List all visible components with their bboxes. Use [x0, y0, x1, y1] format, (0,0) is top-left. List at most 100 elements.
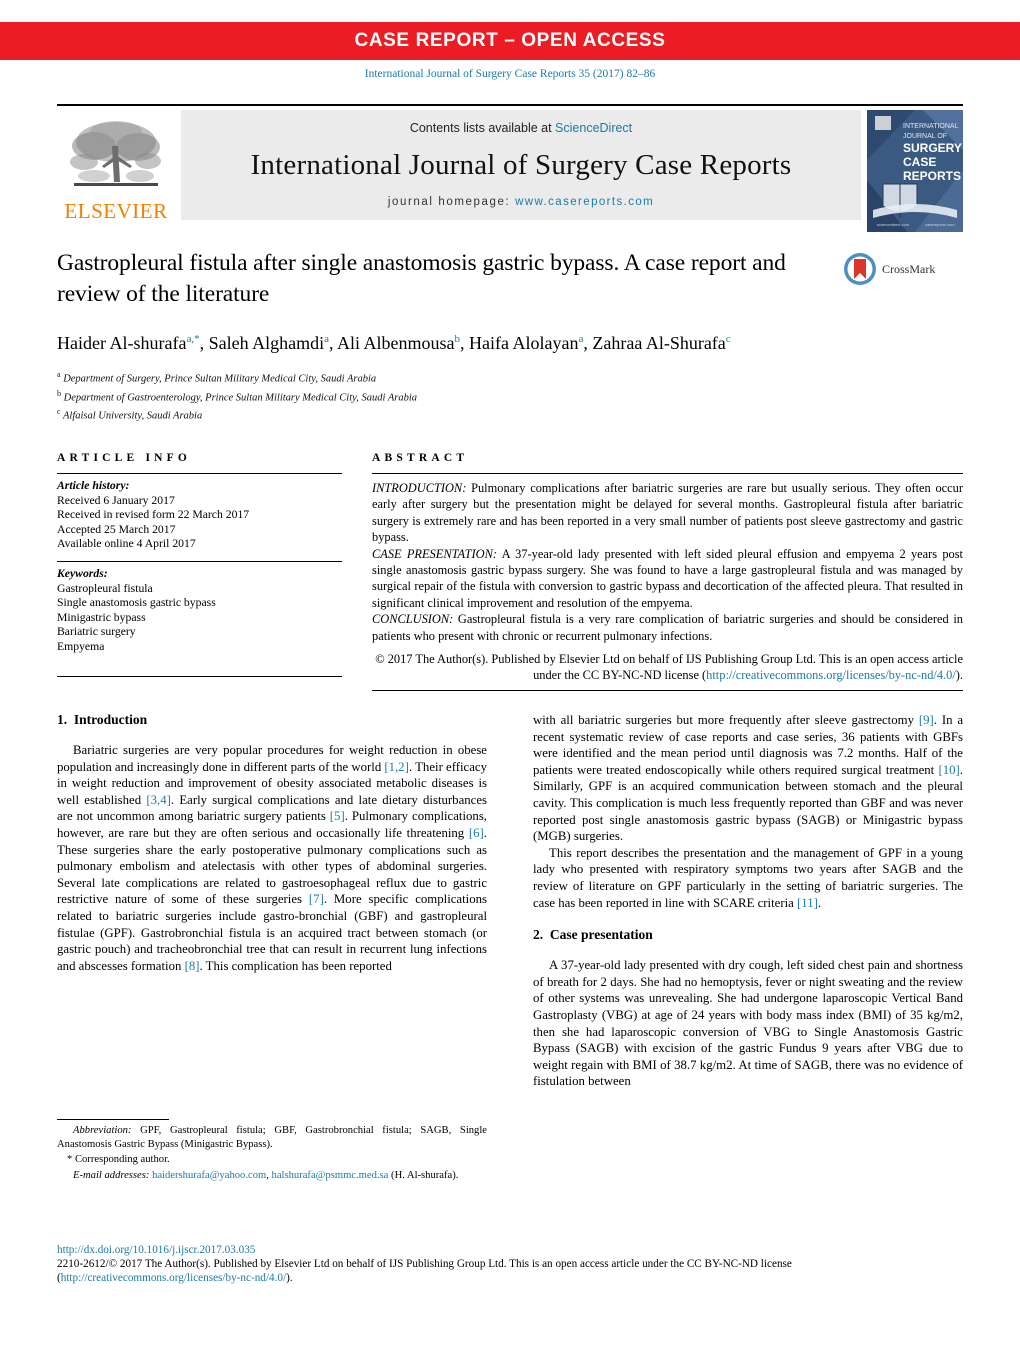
crossmark-badge[interactable]: CrossMark: [843, 252, 963, 286]
footnote-abbreviations: Abbreviation: GPF, Gastropleural fistula…: [57, 1124, 487, 1151]
body-two-column: 1. Introduction Bariatric surgeries are …: [57, 712, 963, 1090]
abstract-rule-bottom: [372, 689, 963, 691]
keyword-item: Empyema: [57, 639, 105, 653]
section-number: 1.: [57, 712, 68, 727]
affiliation-text: Department of Gastroenterology, Prince S…: [63, 392, 417, 403]
paragraph-case-presentation: A 37-year-old lady presented with dry co…: [533, 958, 963, 1089]
affiliation-list: a Department of Surgery, Prince Sultan M…: [57, 368, 963, 424]
article-info-rule-bottom: [57, 675, 342, 677]
abstract-body: INTRODUCTION: Pulmonary complications af…: [372, 474, 963, 684]
author-name: Haifa Alolayan: [469, 333, 579, 353]
svg-text:INTERNATIONAL: INTERNATIONAL: [903, 123, 959, 130]
reference-citation[interactable]: [7]: [309, 892, 324, 906]
journal-cover-thumbnail: INTERNATIONAL JOURNAL OF SURGERY CASE RE…: [867, 110, 963, 232]
author-name: Saleh Alghamdi: [208, 333, 325, 353]
abstract-section-conclusion: CONCLUSION: Gastropleural fistula is a v…: [372, 611, 963, 644]
footnote-text: Abbreviation: GPF, Gastropleural fistula…: [57, 1124, 487, 1182]
author-name: Ali Albenmousa: [337, 333, 455, 353]
history-item: Available online 4 April 2017: [57, 537, 196, 551]
section-title: Case presentation: [549, 927, 653, 943]
crossmark-icon: [844, 253, 876, 285]
reference-citation[interactable]: [9]: [919, 713, 934, 727]
history-item: Received 6 January 2017: [57, 493, 175, 507]
footnote-corresponding-author: * Corresponding author.: [67, 1154, 170, 1166]
elsevier-wordmark: ELSEVIER: [64, 199, 168, 223]
svg-text:SURGERY: SURGERY: [903, 141, 962, 155]
author-2: Ali Albenmousab: [337, 333, 460, 353]
keyword-item: Gastropleural fistula: [57, 581, 153, 595]
reference-citation[interactable]: [11]: [797, 896, 818, 910]
footnote-block: Abbreviation: GPF, Gastropleural fistula…: [57, 1119, 487, 1184]
abstract-heading: ABSTRACT: [372, 452, 469, 464]
case-report-banner: CASE REPORT – OPEN ACCESS: [0, 22, 1020, 60]
abstract-copyright: © 2017 The Author(s). Published by Elsev…: [372, 651, 963, 684]
journal-homepage-line: journal homepage: www.casereports.com: [388, 196, 654, 208]
author-marks: c: [725, 333, 731, 345]
author-0: Haider Al-shurafaa,*: [57, 333, 200, 353]
email-attribution: (H. Al-shurafa).: [391, 1169, 459, 1181]
crossmark-label: CrossMark: [882, 261, 936, 276]
abstract-section-label: CASE PRESENTATION:: [372, 546, 498, 561]
author-4: Zahraa Al-Shurafac: [592, 333, 730, 353]
email-link-2[interactable]: halshurafa@psmmc.med.sa: [272, 1170, 389, 1181]
reference-citation[interactable]: [5]: [330, 809, 345, 823]
heading-case-presentation: 2. Case presentation: [533, 927, 963, 943]
info-abstract-region: ARTICLE INFO Article history: Received 6…: [57, 452, 963, 691]
title-block: CrossMark Gastropleural fistula after si…: [57, 248, 963, 424]
svg-text:REPORTS: REPORTS: [903, 169, 961, 183]
cc-license-link[interactable]: http://creativecommons.org/licenses/by-n…: [706, 668, 956, 682]
footer-doi-block: http://dx.doi.org/10.1016/j.ijscr.2017.0…: [57, 1243, 963, 1285]
affiliation-item: c Alfaisal University, Saudi Arabia: [57, 405, 963, 424]
abstract-section-introduction: INTRODUCTION: Pulmonary complications af…: [372, 480, 963, 546]
abstract-copyright-tail: ).: [955, 668, 963, 683]
affiliation-mark: c: [57, 407, 61, 416]
masthead-panel: Contents lists available at ScienceDirec…: [181, 110, 861, 220]
section-number: 2.: [533, 927, 544, 943]
page-title: Gastropleural fistula after single anast…: [57, 250, 786, 307]
sciencedirect-link[interactable]: ScienceDirect: [555, 121, 632, 135]
reference-citation[interactable]: [8]: [185, 959, 200, 973]
article-history-group: Article history: Received 6 January 2017…: [57, 479, 342, 552]
reference-citation[interactable]: [10]: [938, 763, 959, 777]
reference-citation[interactable]: [1,2]: [384, 760, 409, 774]
issn-copyright-line: 2210-2612/© 2017 The Author(s). Publishe…: [57, 1257, 963, 1285]
history-item: Accepted 25 March 2017: [57, 522, 176, 536]
svg-text:sciencedirect.com: sciencedirect.com: [877, 222, 910, 227]
doi-link[interactable]: http://dx.doi.org/10.1016/j.ijscr.2017.0…: [57, 1243, 963, 1257]
journal-title: International Journal of Surgery Case Re…: [250, 149, 792, 181]
author-list: Haider Al-shurafaa,*, Saleh Alghamdia, A…: [57, 333, 731, 353]
journal-masthead: ELSEVIER Contents lists available at Sci…: [57, 104, 963, 232]
keywords-group: Keywords: Gastropleural fistula Single a…: [57, 562, 342, 655]
paragraph-introduction-right-2: This report describes the presentation a…: [533, 845, 963, 910]
author-marks: a,*: [186, 333, 200, 345]
author-1: Saleh Alghamdia: [209, 333, 329, 353]
keyword-item: Single anastomosis gastric bypass: [57, 596, 216, 610]
reference-citation[interactable]: [6]: [469, 826, 484, 840]
keywords-label: Keywords:: [57, 566, 108, 580]
elsevier-logo: ELSEVIER: [57, 110, 175, 234]
author-name: Haider Al-shurafa: [57, 333, 187, 353]
history-item: Received in revised form 22 March 2017: [57, 508, 250, 522]
journal-homepage-link[interactable]: www.casereports.com: [515, 196, 654, 208]
abstract-section-label: CONCLUSION:: [372, 612, 454, 627]
affiliation-text: Alfaisal University, Saudi Arabia: [63, 410, 203, 422]
article-info-body: Article history: Received 6 January 2017…: [57, 474, 342, 677]
abstract-section-case-presentation: CASE PRESENTATION: A 37-year-old lady pr…: [372, 546, 963, 612]
email-link-1[interactable]: haidershurafa@yahoo.com: [152, 1170, 266, 1181]
affiliation-text: Department of Surgery, Prince Sultan Mil…: [63, 373, 377, 385]
issn-copyright-tail: ).: [286, 1272, 293, 1284]
email-label: E-mail addresses:: [73, 1169, 150, 1181]
article-history-label: Article history:: [57, 479, 130, 492]
homepage-prefix: journal homepage:: [387, 196, 516, 208]
reference-citation[interactable]: [3,4]: [146, 793, 171, 807]
svg-text:casereports.com: casereports.com: [925, 222, 955, 227]
heading-introduction: 1. Introduction: [57, 712, 487, 728]
footer-license-link[interactable]: http://creativecommons.org/licenses/by-n…: [61, 1272, 286, 1284]
body-column-left: 1. Introduction Bariatric surgeries are …: [57, 712, 487, 1090]
footnote-rule: [57, 1119, 169, 1120]
contents-prefix: Contents lists available at: [409, 121, 556, 135]
abstract-section-label: INTRODUCTION:: [372, 481, 467, 495]
contents-list-line: Contents lists available at ScienceDirec…: [410, 121, 632, 135]
section-title: Introduction: [73, 712, 148, 727]
author-marks: a: [578, 333, 584, 345]
